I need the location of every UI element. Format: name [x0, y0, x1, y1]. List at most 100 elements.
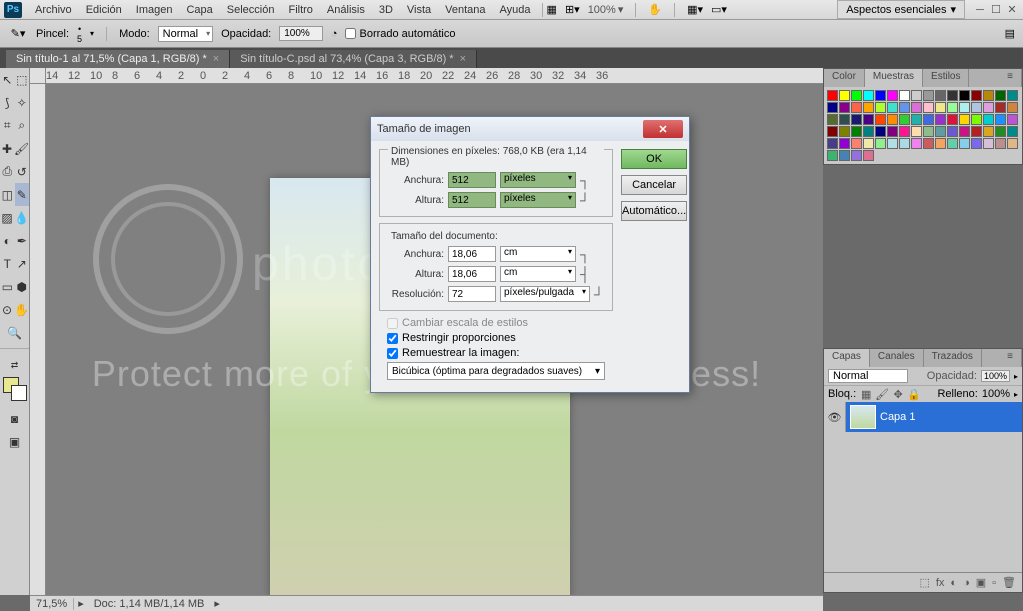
auto-erase-checkbox[interactable]: Borrado automático [345, 28, 455, 40]
swatch[interactable] [1007, 114, 1018, 125]
zoom-level[interactable]: 71,5% [30, 598, 74, 610]
swatch[interactable] [995, 138, 1006, 149]
menu-ventana[interactable]: Ventana [438, 2, 492, 18]
swatch[interactable] [983, 126, 994, 137]
dialog-titlebar[interactable]: Tamaño de imagen ✕ [371, 117, 689, 141]
swatch[interactable] [935, 114, 946, 125]
swatch[interactable] [983, 114, 994, 125]
swatch[interactable] [863, 114, 874, 125]
swatch[interactable] [971, 114, 982, 125]
tab-color[interactable]: Color [824, 69, 865, 87]
menu-edicion[interactable]: Edición [79, 2, 129, 18]
lock-transparent-icon[interactable]: ▦ [860, 388, 872, 400]
pen-tool[interactable]: ✒ [15, 229, 30, 252]
swatch[interactable] [959, 102, 970, 113]
arrange-icon[interactable]: ▦▾ [687, 3, 703, 16]
swatch[interactable] [887, 114, 898, 125]
tab-trazados[interactable]: Trazados [924, 349, 982, 367]
vertical-ruler[interactable] [30, 84, 46, 595]
swatch[interactable] [827, 102, 838, 113]
background-color[interactable] [11, 385, 27, 401]
swatch[interactable] [1007, 102, 1018, 113]
status-arrow-icon[interactable]: ▸ [74, 597, 88, 610]
doc-tab-1[interactable]: Sin título-1 al 71,5% (Capa 1, RGB/8) *× [6, 50, 230, 68]
swatch[interactable] [827, 138, 838, 149]
swatch[interactable] [959, 114, 970, 125]
zoom-tool[interactable]: 🔍 [0, 321, 29, 344]
menu-analisis[interactable]: Análisis [320, 2, 372, 18]
lock-position-icon[interactable]: ✥ [892, 388, 904, 400]
lock-all-icon[interactable]: 🔒 [908, 388, 920, 400]
swatch[interactable] [923, 90, 934, 101]
swatch[interactable] [863, 138, 874, 149]
tab-close-icon[interactable]: × [213, 53, 219, 65]
swatch[interactable] [899, 90, 910, 101]
auto-button[interactable]: Automático... [621, 201, 687, 221]
stamp-tool[interactable]: ⎙ [0, 160, 15, 183]
opacity-value[interactable]: 100% [279, 26, 323, 41]
doc-width-unit[interactable]: cm [500, 246, 576, 262]
swatch[interactable] [827, 150, 838, 161]
swatch[interactable] [983, 102, 994, 113]
swatch[interactable] [911, 126, 922, 137]
menu-vista[interactable]: Vista [400, 2, 438, 18]
doc-height-unit[interactable]: cm [500, 266, 576, 282]
swatch[interactable] [875, 102, 886, 113]
pixel-width-input[interactable] [448, 172, 496, 188]
swatch[interactable] [863, 126, 874, 137]
cancel-button[interactable]: Cancelar [621, 175, 687, 195]
lock-pixels-icon[interactable]: 🖌 [876, 388, 888, 400]
swatch[interactable] [887, 138, 898, 149]
dialog-close-button[interactable]: ✕ [643, 120, 683, 138]
pencil-tool[interactable]: ✎ [15, 183, 30, 206]
swatch[interactable] [875, 126, 886, 137]
marquee-tool[interactable]: ⬚ [15, 68, 30, 91]
doc-tab-2[interactable]: Sin título-C.psd al 73,4% (Capa 3, RGB/8… [230, 50, 477, 68]
layer-blend-dropdown[interactable]: Normal [828, 369, 908, 383]
swatch[interactable] [911, 138, 922, 149]
swatch[interactable] [947, 138, 958, 149]
menu-capa[interactable]: Capa [179, 2, 219, 18]
swatch[interactable] [923, 102, 934, 113]
swatch[interactable] [851, 150, 862, 161]
tab-close-icon[interactable]: × [460, 53, 466, 65]
doc-width-input[interactable] [448, 246, 496, 262]
tab-estilos[interactable]: Estilos [923, 69, 969, 87]
brush-panel-icon[interactable]: ▤ [1005, 27, 1015, 40]
swatch[interactable] [995, 126, 1006, 137]
swatch[interactable] [995, 90, 1006, 101]
menu-ayuda[interactable]: Ayuda [493, 2, 538, 18]
tab-canales[interactable]: Canales [870, 349, 924, 367]
swatch[interactable] [911, 90, 922, 101]
swatch[interactable] [851, 90, 862, 101]
swatch[interactable] [935, 138, 946, 149]
swap-colors-icon[interactable]: ⇄ [0, 354, 29, 377]
adjustment-icon[interactable]: ◑ [963, 577, 970, 589]
tablet-pressure-icon[interactable]: ◔ [331, 28, 338, 40]
swatch[interactable] [923, 126, 934, 137]
gradient-tool[interactable]: ▨ [0, 206, 14, 229]
swatch[interactable] [899, 126, 910, 137]
swatch[interactable] [839, 126, 850, 137]
swatch[interactable] [863, 102, 874, 113]
move-tool[interactable]: ↖ [0, 68, 15, 91]
swatch[interactable] [959, 90, 970, 101]
layer-row[interactable]: 👁 Capa 1 [824, 402, 1022, 432]
visibility-icon[interactable]: 👁 [824, 402, 846, 432]
pixel-height-input[interactable] [448, 192, 496, 208]
swatches-grid[interactable] [824, 87, 1022, 164]
swatch[interactable] [839, 90, 850, 101]
dodge-tool[interactable]: ◐ [0, 229, 15, 252]
swatch[interactable] [947, 102, 958, 113]
crop-tool[interactable]: ⌗ [0, 114, 15, 137]
swatch[interactable] [947, 126, 958, 137]
swatch[interactable] [959, 138, 970, 149]
swatch[interactable] [923, 114, 934, 125]
menu-filtro[interactable]: Filtro [281, 2, 319, 18]
new-layer-icon[interactable]: ▫ [992, 577, 996, 589]
layer-fill-value[interactable]: 100% [982, 388, 1010, 400]
type-tool[interactable]: T [0, 252, 15, 275]
swatch[interactable] [1007, 90, 1018, 101]
swatch[interactable] [923, 138, 934, 149]
restore-icon[interactable]: ☐ [989, 4, 1003, 16]
